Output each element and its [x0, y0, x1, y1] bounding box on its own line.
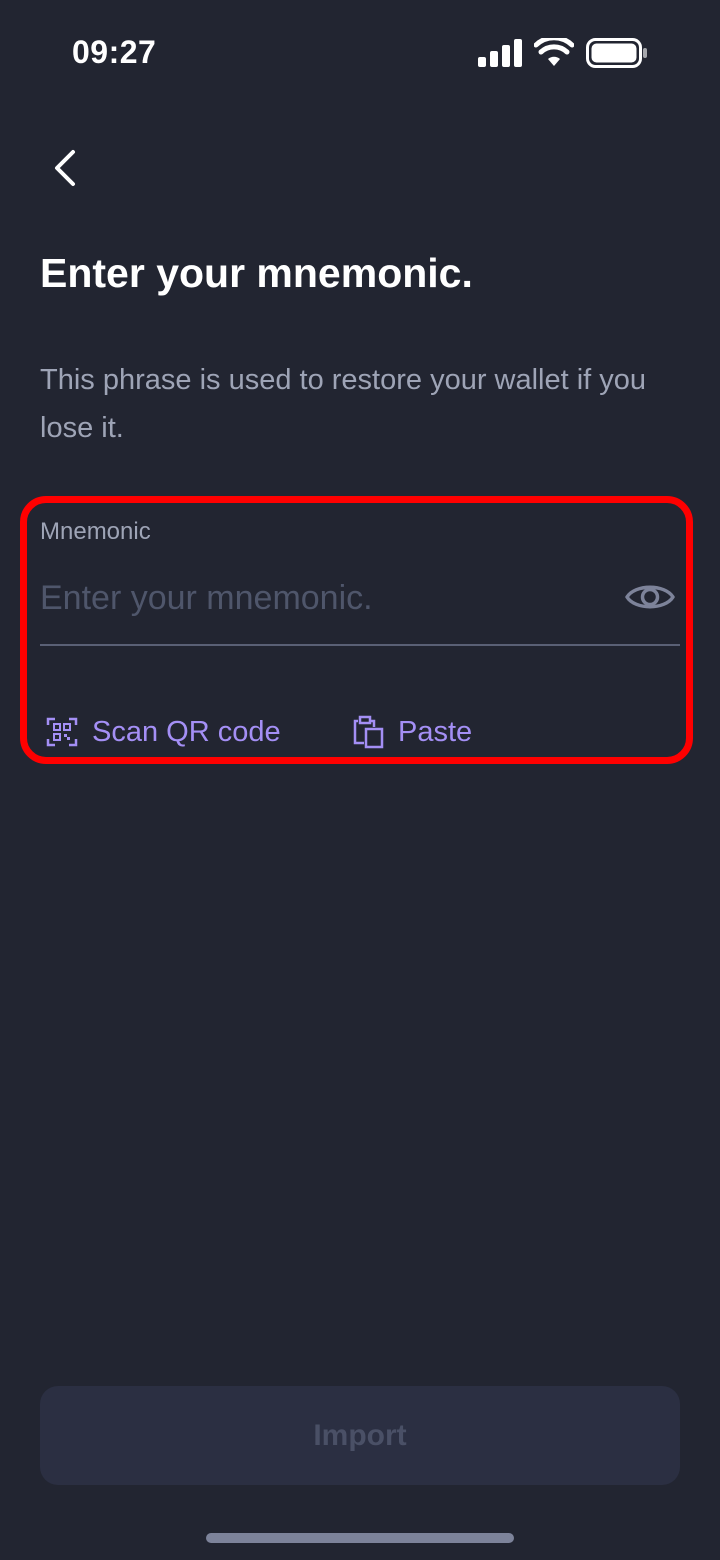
- eye-icon: [625, 585, 675, 609]
- visibility-toggle-button[interactable]: [622, 572, 678, 622]
- mnemonic-field-label: Mnemonic: [40, 518, 151, 545]
- status-icons: [478, 34, 648, 73]
- chevron-left-icon: [55, 150, 75, 186]
- clipboard-icon: [353, 715, 384, 749]
- mnemonic-field-underline: [40, 644, 680, 646]
- status-bar: 09:27: [0, 0, 720, 110]
- paste-button[interactable]: Paste: [352, 710, 472, 754]
- mnemonic-input[interactable]: [40, 570, 610, 626]
- wifi-icon: [533, 34, 575, 73]
- back-button[interactable]: [36, 140, 92, 196]
- page-title: Enter your mnemonic.: [40, 250, 473, 296]
- scan-qr-code-button[interactable]: Scan QR code: [46, 710, 281, 754]
- import-mnemonic-screen: 09:27 Enter your mnemonic. This phrase i…: [0, 0, 720, 1560]
- qr-scan-icon: [46, 717, 78, 747]
- status-time: 09:27: [72, 34, 157, 70]
- cellular-signal-icon: [478, 38, 522, 72]
- paste-label: Paste: [398, 715, 473, 748]
- import-button[interactable]: Import: [40, 1386, 680, 1485]
- scan-qr-code-label: Scan QR code: [92, 715, 281, 748]
- page-subtitle: This phrase is used to restore your wall…: [40, 364, 647, 444]
- home-indicator: [206, 1533, 514, 1543]
- battery-icon: [586, 37, 648, 73]
